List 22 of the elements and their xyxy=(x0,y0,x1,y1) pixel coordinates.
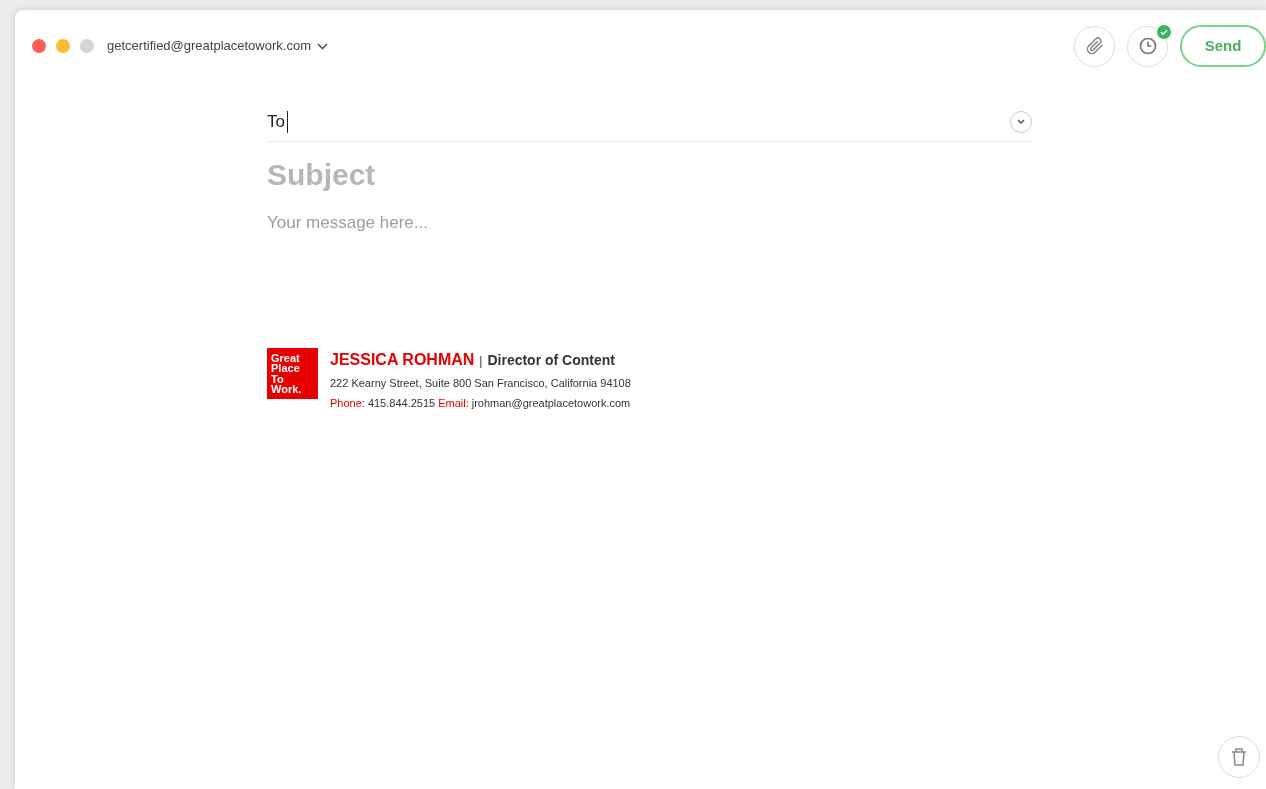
message-field[interactable]: Your message here... xyxy=(267,208,1032,238)
email-label: Email: xyxy=(438,395,469,411)
close-button[interactable] xyxy=(32,39,46,53)
signature-title: Director of Content xyxy=(487,351,615,370)
clock-icon xyxy=(1137,36,1158,56)
text-cursor xyxy=(286,110,288,133)
paperclip-icon xyxy=(1085,37,1104,55)
chevron-down-icon xyxy=(316,42,328,50)
zoom-button[interactable] xyxy=(80,39,94,53)
company-logo: Great Place To Work. xyxy=(267,348,318,399)
phone-number: 415.844.2515 xyxy=(367,395,436,411)
signature-address: 222 Kearny Street, Suite 800 San Francisco, California 94108 xyxy=(330,376,631,391)
signature-name: JESSICA ROHMAN xyxy=(330,350,475,370)
minimize-button[interactable] xyxy=(56,39,70,53)
email-address: jrohman@greatplacetowork.com xyxy=(471,395,631,411)
phone-label: Phone: xyxy=(330,395,365,411)
separator: | xyxy=(479,353,483,370)
account-selector[interactable]: getcertified@greatplacetowork.com xyxy=(107,36,328,56)
chevron-down-icon xyxy=(1017,118,1025,125)
trash-icon xyxy=(1230,747,1248,767)
subject-field[interactable]: Subject xyxy=(267,154,1032,194)
to-label: To xyxy=(267,110,285,133)
